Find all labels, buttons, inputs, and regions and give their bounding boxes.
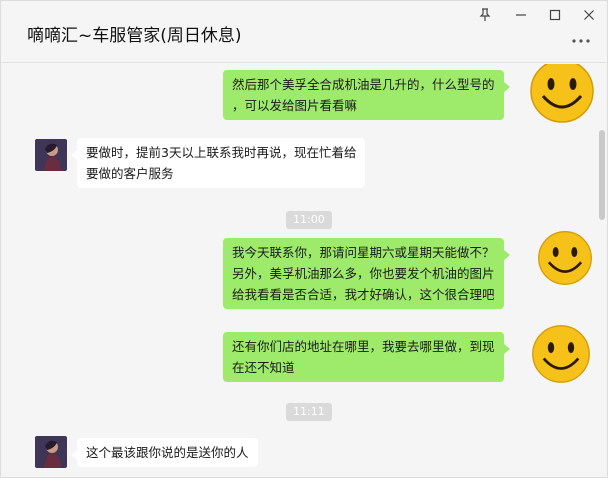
- smiley-avatar-icon[interactable]: [537, 228, 593, 288]
- chat-scrollbar[interactable]: [599, 130, 605, 220]
- message-text-line: 在还不知道: [232, 360, 295, 375]
- message-text-line: 要做时，提前3天以上联系我时再说，现在忙着给: [86, 145, 357, 160]
- incoming-message-bubble[interactable]: 这个最该跟你说的是送你的人: [71, 438, 258, 467]
- more-icon: [572, 39, 590, 43]
- message-text-line: 要做的客户服务: [86, 166, 174, 181]
- incoming-message-bubble[interactable]: 要做时，提前3天以上联系我时再说，现在忙着给 要做的客户服务: [70, 138, 366, 188]
- title-bar: 嘀嘀汇~车服管家(周日休息): [1, 1, 607, 63]
- close-icon: [584, 10, 594, 20]
- minimize-icon: [516, 14, 526, 16]
- contact-avatar[interactable]: [35, 139, 67, 171]
- chat-title: 嘀嘀汇~车服管家(周日休息): [27, 26, 242, 46]
- outgoing-message-bubble[interactable]: 还有你们店的地址在哪里，我要去哪里做，到现 在还不知道: [223, 332, 510, 382]
- contact-avatar-image: [35, 139, 67, 171]
- message-text-line: 我今天联系你，那请问星期六或星期天能做不？: [232, 245, 495, 260]
- maximize-icon: [549, 9, 561, 21]
- maximize-button[interactable]: [543, 5, 567, 25]
- smiley-avatar-icon[interactable]: [529, 64, 595, 126]
- outgoing-message-bubble[interactable]: 我今天联系你，那请问星期六或星期天能做不？ 另外，美孚机油那么多，你也要发个机油…: [223, 238, 510, 309]
- message-text-line: 这个最该跟你说的是送你的人: [86, 445, 249, 460]
- contact-avatar[interactable]: [35, 436, 67, 468]
- message-text-line: ，可以发给图片看看嘛: [232, 98, 358, 113]
- chat-message-area[interactable]: 然后那个美孚全合成机油是几升的，什么型号的 ，可以发给图片看看嘛 要做时，提前3…: [1, 64, 607, 478]
- contact-avatar-image: [35, 436, 67, 468]
- pin-icon: [479, 8, 491, 21]
- close-button[interactable]: [577, 5, 601, 25]
- chat-window: 嘀嘀汇~车服管家(周日休息) 然后那个美孚全合成机油是几升的，什么型号的 ，可以…: [0, 0, 608, 478]
- outgoing-message-bubble[interactable]: 然后那个美孚全合成机油是几升的，什么型号的 ，可以发给图片看看嘛: [223, 70, 510, 120]
- message-text-line: 另外，美孚机油那么多，你也要发个机油的图片: [232, 266, 495, 281]
- message-text-line: 给我看看是否合适，我才好确认，这个很合理吧: [232, 287, 495, 302]
- minimize-button[interactable]: [509, 5, 533, 25]
- smiley-avatar-icon[interactable]: [531, 322, 591, 386]
- message-timestamp: 11:00: [286, 211, 332, 229]
- message-text-line: 还有你们店的地址在哪里，我要去哪里做，到现: [232, 339, 495, 354]
- message-text-line: 然后那个美孚全合成机油是几升的，什么型号的: [232, 77, 495, 92]
- pin-button[interactable]: [473, 5, 497, 25]
- more-options-button[interactable]: [569, 33, 593, 49]
- message-timestamp: 11:11: [286, 403, 332, 421]
